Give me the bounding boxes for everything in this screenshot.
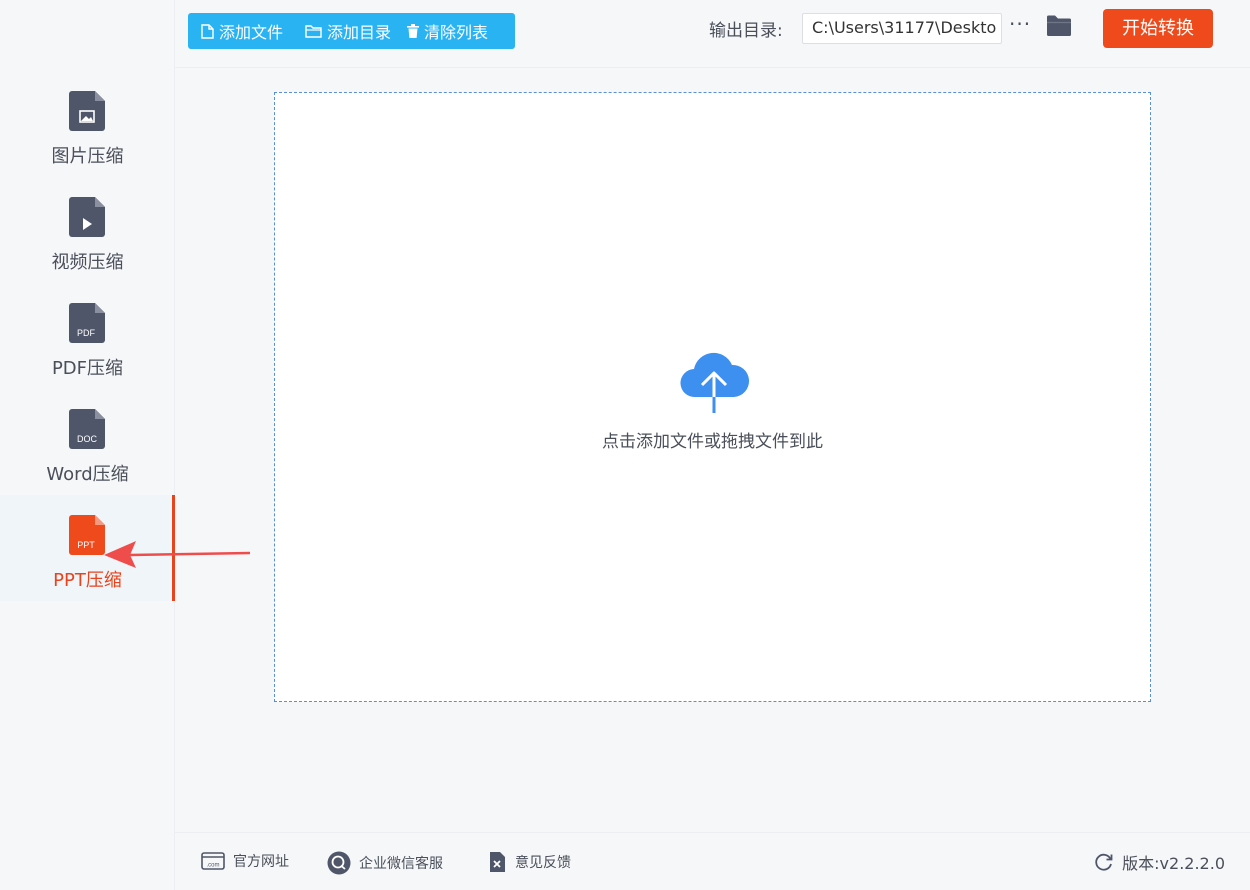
- wechat-support-label: 企业微信客服: [359, 856, 443, 872]
- file-drop-zone[interactable]: 点击添加文件或拖拽文件到此: [274, 92, 1151, 702]
- svg-text:DOC: DOC: [77, 434, 98, 444]
- version-label: 版本:v2.2.2.0: [1122, 854, 1225, 873]
- add-folder-label: 添加目录: [327, 23, 392, 42]
- pdf-file-icon: PDF: [69, 303, 105, 343]
- sidebar-item-label: 视频压缩: [51, 252, 124, 273]
- add-file-label: 添加文件: [219, 23, 284, 42]
- feedback-icon: [490, 852, 505, 872]
- cloud-upload-icon: [680, 352, 750, 413]
- folder-icon[interactable]: [1046, 15, 1072, 37]
- feedback-label: 意见反馈: [515, 855, 571, 871]
- annotation-arrow-icon: [104, 541, 251, 568]
- website-link[interactable]: .com 官方网址: [201, 851, 289, 871]
- output-dir-field[interactable]: C:\Users\31177\Deskto: [802, 13, 1002, 44]
- feedback-link[interactable]: 意见反馈: [487, 851, 571, 873]
- clear-list-button[interactable]: 清除列表: [391, 13, 488, 49]
- add-file-button[interactable]: 添加文件: [188, 13, 283, 49]
- trash-icon: [407, 24, 420, 38]
- toolbar: 添加文件 添加目录 清除列表 输出目录: C:\Users\31177\Desk…: [175, 0, 1250, 68]
- refresh-icon[interactable]: [1095, 853, 1114, 872]
- wechat-icon: [327, 851, 351, 875]
- more-options-button[interactable]: ···: [1009, 12, 1031, 36]
- doc-file-icon: DOC: [69, 409, 105, 449]
- sidebar-item-image-compress[interactable]: 图片压缩: [0, 88, 175, 194]
- folder-outline-icon: [305, 25, 322, 38]
- output-dir-label: 输出目录:: [709, 21, 783, 41]
- sidebar-item-pdf-compress[interactable]: PDF PDF压缩: [0, 300, 175, 406]
- file-icon: [201, 23, 214, 39]
- file-actions-group: 添加文件 添加目录 清除列表: [188, 13, 515, 49]
- footer: .com 官方网址 企业微信客服 意见反馈 版本:v2.2.2.0: [175, 832, 1250, 890]
- version-info: 版本:v2.2.2.0: [1095, 850, 1225, 874]
- website-icon: .com: [201, 852, 225, 870]
- video-file-icon: [69, 197, 105, 237]
- add-folder-button[interactable]: 添加目录: [283, 13, 391, 49]
- svg-text:PDF: PDF: [77, 328, 96, 338]
- sidebar-item-label: Word压缩: [46, 464, 129, 485]
- start-convert-button[interactable]: 开始转换: [1103, 9, 1213, 48]
- wechat-support-link[interactable]: 企业微信客服: [327, 851, 443, 875]
- image-file-icon: [69, 91, 105, 131]
- sidebar-item-video-compress[interactable]: 视频压缩: [0, 194, 175, 300]
- sidebar-item-label: PDF压缩: [51, 358, 124, 379]
- clear-list-label: 清除列表: [424, 23, 489, 42]
- drop-zone-hint: 点击添加文件或拖拽文件到此: [602, 432, 823, 452]
- sidebar-item-label: 图片压缩: [51, 146, 124, 167]
- svg-text:PPT: PPT: [77, 540, 95, 550]
- website-label: 官方网址: [233, 854, 289, 870]
- svg-text:.com: .com: [206, 863, 219, 869]
- sidebar: 图片压缩 视频压缩 PDF PDF压缩 DOC Word压缩 PPT PPT压缩: [0, 0, 175, 890]
